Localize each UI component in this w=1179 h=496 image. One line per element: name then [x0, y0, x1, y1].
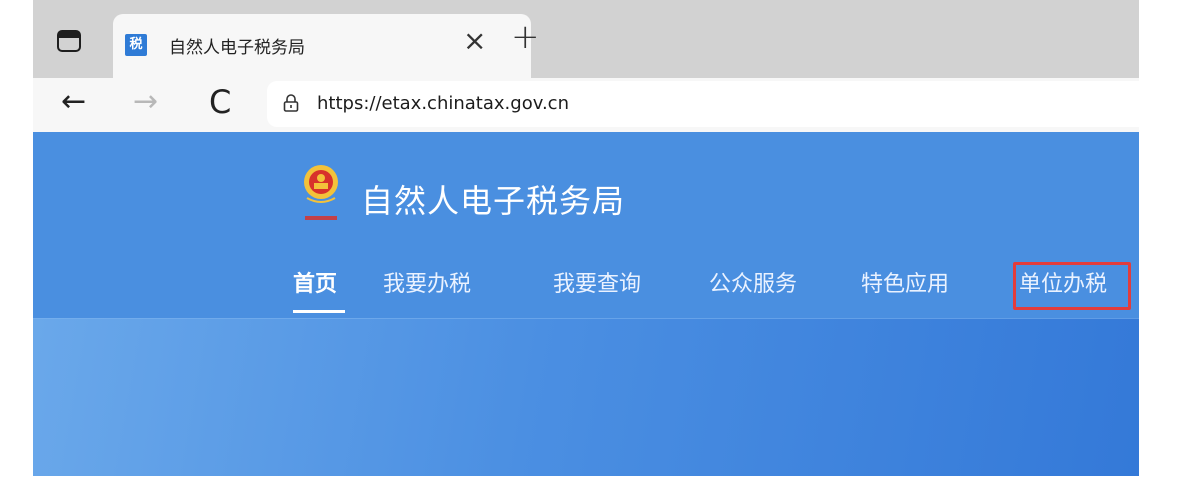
nav-item-query[interactable]: 我要查询 [553, 270, 641, 300]
back-icon[interactable]: ← [61, 82, 86, 122]
browser-tab[interactable]: 税 自然人电子税务局 × [113, 14, 531, 78]
site-title[interactable]: 自然人电子税务局 [361, 176, 625, 222]
new-tab-icon[interactable]: + [511, 20, 540, 54]
hero-divider [33, 318, 1139, 319]
highlight-box [1013, 262, 1131, 310]
nav-item-special-apps[interactable]: 特色应用 [861, 270, 949, 300]
tab-title: 自然人电子税务局 [169, 38, 305, 58]
browser-window: 税 自然人电子税务局 × + ← → C https://etax.chinat… [33, 0, 1139, 476]
reload-icon[interactable]: C [209, 82, 231, 122]
forward-icon[interactable]: → [133, 82, 158, 122]
hero-banner [33, 318, 1139, 476]
site-header: 自然人电子税务局 首页 我要办税 我要查询 公众服务 特色应用 单位办税 [33, 132, 1139, 318]
nav-item-do-tax[interactable]: 我要办税 [383, 270, 471, 300]
tab-actions-icon[interactable] [57, 30, 81, 52]
browser-toolbar: ← → C https://etax.chinatax.gov.cn [33, 78, 1139, 132]
nav-active-indicator [293, 310, 345, 313]
nav-item-home[interactable]: 首页 [293, 270, 337, 300]
url-text[interactable]: https://etax.chinatax.gov.cn [317, 93, 569, 114]
address-bar[interactable]: https://etax.chinatax.gov.cn [267, 81, 1139, 127]
nav-item-public-service[interactable]: 公众服务 [709, 270, 797, 300]
tab-strip: 税 自然人电子税务局 × + [33, 0, 1139, 78]
close-tab-icon[interactable]: × [463, 27, 486, 55]
site-favicon-icon: 税 [125, 34, 147, 56]
lock-icon[interactable] [283, 94, 299, 112]
tax-emblem-icon[interactable] [299, 162, 343, 226]
